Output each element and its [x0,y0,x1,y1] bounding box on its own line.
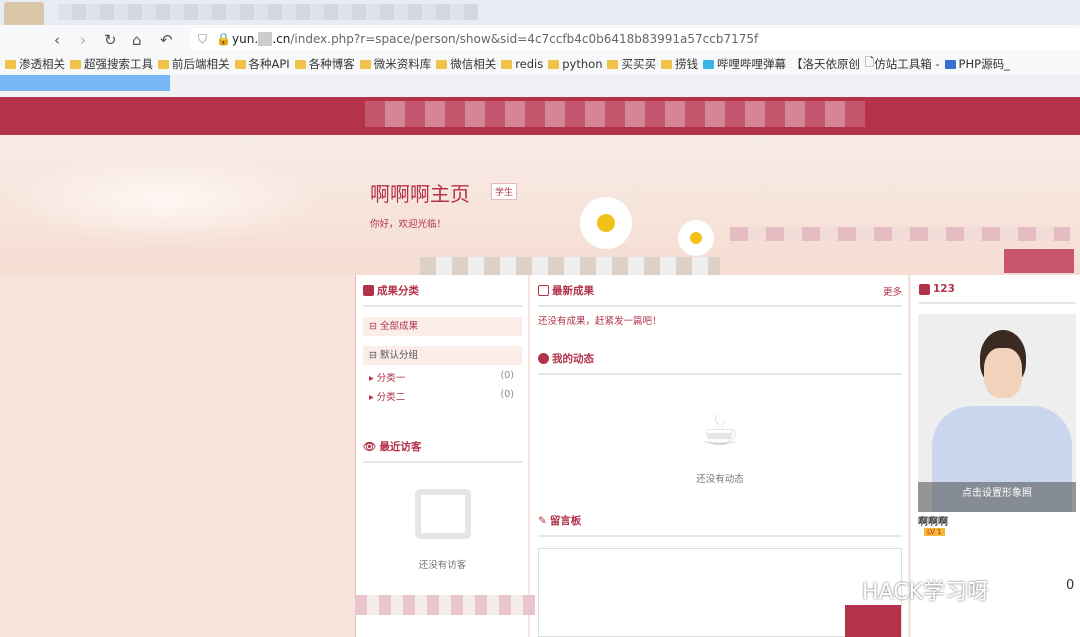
bookmark[interactable]: 捞钱 [660,56,698,72]
bookmark[interactable]: 各种博客 [294,56,355,72]
default-group-item[interactable]: ⊟ 默认分组 [363,346,522,365]
latest-header: 最新成果 更多 [538,283,902,307]
user-circle-icon [538,353,549,364]
folder-icon [359,59,371,69]
bookmark[interactable]: 【洛天依原创 [791,56,860,72]
chat-bubble-icon [414,489,471,539]
blurred-area [355,595,535,615]
folder-icon [548,59,560,69]
avatar-image[interactable]: 点击设置形象照 [918,314,1076,512]
visitors-empty-text: 还没有访客 [418,560,467,571]
folder-icon [436,59,448,69]
folder-icon [501,59,513,69]
forward-icon[interactable]: › [80,31,86,49]
board-header: ✎ 留言板 [538,513,902,537]
address-bar-row: ‹ › ↻ ⌂ ↶ ⛉ 🔒 yun.xx.cn/index.php?r=spac… [0,25,1080,53]
latest-empty-text: 还没有成果，赶紧发一篇吧！ [538,316,662,327]
browser-tab-bar [0,0,1080,42]
all-results-item[interactable]: ⊟ 全部成果 [363,317,522,336]
level-badge: LV 1 [924,528,945,536]
site-banner [0,97,1080,135]
bookmarks-bar: 渗透相关 超强搜索工具 前后端相关 各种API 各种博客 微米资料库 微信相关 … [0,53,1080,75]
bookmark[interactable]: 渗透相关 [5,56,65,72]
bookmark[interactable]: 哔哩哔哩弹幕 [702,56,786,72]
url-host: yun. [232,32,259,46]
welcome-text: 你好，欢迎光临！ [370,219,447,230]
profile-header: 123 [919,283,1076,304]
home-icon[interactable]: ⌂ [132,31,142,49]
blurred-strip [0,75,1080,97]
more-link[interactable]: 更多 [883,284,902,298]
profile-hero [0,135,1080,275]
url-input[interactable]: ⛉ 🔒 yun.xx.cn/index.php?r=space/person/s… [190,28,1080,50]
page-icon: 🗋 [864,54,875,69]
category-item[interactable]: ▸ 分类一 (0) [363,365,522,384]
activity-header: 我的动态 [538,351,902,375]
php-icon [944,59,956,69]
set-avatar-caption[interactable]: 点击设置形象照 [918,482,1076,512]
category-item[interactable]: ▸ 分类二 (0) [363,384,522,403]
bookmark[interactable]: 微米资料库 [359,56,431,72]
bookmark[interactable]: PHP源码_ [944,56,1010,72]
reload-icon[interactable]: ↻ [104,31,117,49]
bookmark[interactable]: python [548,57,602,71]
folder-icon [607,59,619,69]
bookmark[interactable]: 买买买 [607,56,656,72]
folder-icon [70,59,81,69]
left-panel: 成果分类 ⊟ 全部成果 ⊟ 默认分组 ▸ 分类一 (0) ▸ 分类二 (0) 👁 最近… [355,275,528,637]
blurred-tabs [58,4,478,20]
shield-icon: ⛉ [198,32,208,46]
bookmark[interactable]: redis [501,57,543,71]
bookmark[interactable]: 超强搜索工具 [70,56,153,72]
eye-icon: 👁 [363,441,377,453]
folder-icon [660,59,672,69]
stat-count: 0 [1066,578,1075,593]
undo-icon[interactable]: ↶ [160,31,173,49]
bookmark[interactable]: 前后端相关 [158,56,230,72]
folder-icon [294,59,306,69]
url-path: /index.php?r=space/person/show&sid=4c7cc… [290,32,759,46]
bilibili-icon [702,59,714,69]
folder-icon [234,59,246,69]
folder-icon [5,59,16,69]
url-tld: .cn [272,32,291,46]
edit-icon: ✎ [538,514,547,527]
watermark: HACK学习呀 [862,580,989,605]
bookmark[interactable]: 🗋 仿站工具箱 - [865,55,940,74]
url-redacted: xx [258,32,273,46]
folder-icon [158,59,169,69]
page-title: 啊啊啊主页 [370,182,470,206]
category-header: 成果分类 [363,283,522,307]
visitors-header: 👁 最近访客 [363,439,522,463]
coffee-cup-icon: ☕ [700,405,740,456]
back-icon[interactable]: ‹ [54,31,60,49]
role-badge: 学生 [491,183,518,200]
user-card-icon [919,283,930,295]
bookmark[interactable]: 微信相关 [436,56,496,72]
activity-empty-text: 还没有动态 [696,474,744,485]
bookmark[interactable]: 各种API [234,56,290,72]
book-icon [363,285,374,296]
daisy-image [580,197,632,249]
submit-button[interactable] [845,605,901,637]
user-name: 啊啊啊 [918,517,948,528]
lock-icon: 🔒 [216,32,231,46]
document-icon [538,285,549,296]
